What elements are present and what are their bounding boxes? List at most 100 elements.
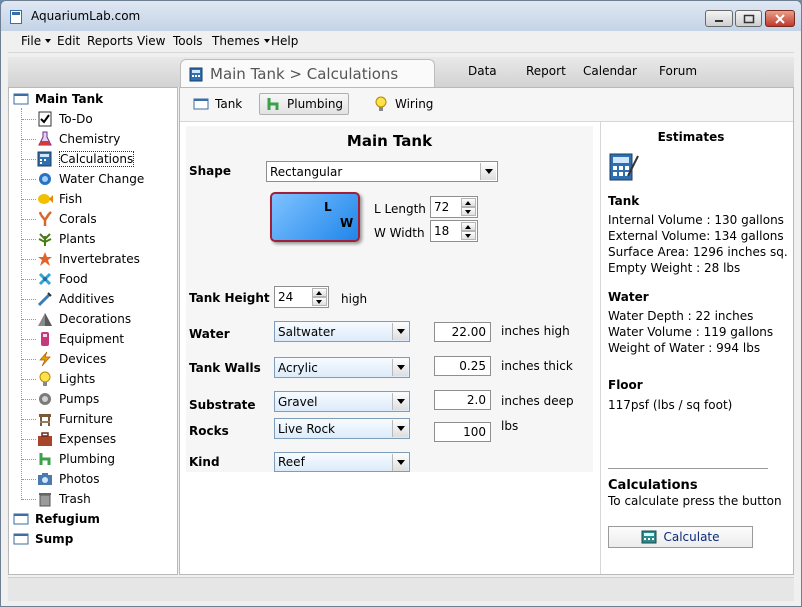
navigation-tree: Main Tank To-Do Chemistry Calculations W…	[8, 87, 178, 575]
light-bulb-icon	[375, 96, 387, 111]
shape-select[interactable]: Rectangular	[266, 161, 498, 182]
substrate-depth-field[interactable]: 2.0	[434, 390, 491, 410]
fish-icon	[38, 194, 53, 204]
stepper-up-icon[interactable]	[312, 288, 327, 297]
length-stepper[interactable]: 72	[430, 196, 478, 218]
menu-view[interactable]: View	[137, 34, 165, 48]
stepper-up-icon[interactable]	[461, 222, 476, 231]
tree-root-sump[interactable]: Sump	[13, 530, 73, 548]
close-button[interactable]	[765, 10, 795, 27]
title-bar: AquariumLab.com	[1, 1, 801, 31]
tank-estimates-title: Tank	[608, 194, 640, 208]
maximize-button[interactable]	[735, 10, 762, 27]
tree-item-trash[interactable]: Trash	[37, 490, 91, 508]
nav-link-calendar[interactable]: Calendar	[583, 64, 637, 78]
tree-item-furniture[interactable]: Furniture	[37, 410, 113, 428]
water-change-icon	[39, 173, 51, 185]
calculate-button[interactable]: Calculate	[608, 526, 753, 548]
nav-link-forum[interactable]: Forum	[659, 64, 697, 78]
tab-main-tank-calculations[interactable]: Main Tank > Calculations	[180, 59, 435, 87]
tree-item-fish[interactable]: Fish	[37, 190, 82, 208]
food-icon	[38, 272, 52, 286]
tank-height-unit: high	[341, 292, 368, 306]
tree-item-photos[interactable]: Photos	[37, 470, 99, 488]
subtab-wiring[interactable]: Wiring	[368, 93, 438, 115]
chevron-down-icon[interactable]	[392, 454, 408, 471]
tree-label: Main Tank	[35, 92, 104, 106]
wall-thickness-field[interactable]: 0.25	[434, 356, 491, 376]
water-select[interactable]: Saltwater	[274, 321, 410, 342]
coral-icon	[38, 211, 52, 226]
kind-select[interactable]: Reef	[274, 452, 410, 472]
tree-item-chemistry[interactable]: Chemistry	[37, 130, 120, 148]
tank-icon	[13, 513, 29, 525]
tank-icon	[13, 93, 29, 105]
width-stepper[interactable]: 18	[430, 220, 478, 242]
decoration-icon	[38, 313, 52, 326]
tree-root-main-tank[interactable]: Main Tank	[13, 90, 103, 108]
tank-walls-select[interactable]: Acrylic	[274, 357, 410, 378]
nav-link-data[interactable]: Data	[468, 64, 497, 78]
tree-item-calculations[interactable]: Calculations	[37, 150, 135, 168]
tank-height-stepper[interactable]: 24	[274, 286, 329, 308]
stepper-down-icon[interactable]	[461, 231, 476, 240]
tank-icon	[13, 533, 29, 545]
tree-item-pumps[interactable]: Pumps	[37, 390, 99, 408]
water-depth-field[interactable]: 22.00	[434, 322, 491, 342]
menu-themes[interactable]: Themes	[212, 34, 270, 48]
active-tab-label: Main Tank > Calculations	[210, 65, 399, 83]
tree-item-plumbing[interactable]: Plumbing	[37, 450, 115, 468]
menu-file[interactable]: File	[21, 34, 51, 48]
tree-item-plants[interactable]: Plants	[37, 230, 96, 248]
tree-item-devices[interactable]: Devices	[37, 350, 106, 368]
camera-icon	[38, 473, 52, 485]
tree-item-food[interactable]: Food	[37, 270, 88, 288]
tree-item-water-change[interactable]: Water Change	[37, 170, 144, 188]
nav-link-report[interactable]: Report	[526, 64, 566, 78]
substrate-select[interactable]: Gravel	[274, 391, 410, 412]
rocks-select[interactable]: Live Rock	[274, 418, 410, 439]
checklist-icon	[38, 111, 52, 127]
water-estimates-title: Water	[608, 290, 649, 304]
tree-selected-label: Calculations	[59, 151, 135, 167]
tree-item-additives[interactable]: Additives	[37, 290, 114, 308]
shape-label: Shape	[189, 164, 232, 178]
menu-reports[interactable]: Reports	[87, 34, 133, 48]
rocks-unit: lbs	[501, 419, 519, 433]
subtab-plumbing[interactable]: Plumbing	[259, 93, 350, 115]
rocks-weight-field[interactable]: 100	[434, 422, 491, 442]
calculations-hint: To calculate press the button	[608, 494, 782, 508]
minimize-button[interactable]	[705, 10, 733, 27]
tree-item-expenses[interactable]: Expenses	[37, 430, 116, 448]
length-label: L Length	[374, 202, 426, 216]
chevron-down-icon[interactable]	[392, 359, 408, 376]
minimize-icon	[715, 19, 723, 22]
tree-item-corals[interactable]: Corals	[37, 210, 97, 228]
tree-item-decorations[interactable]: Decorations	[37, 310, 131, 328]
menu-tools[interactable]: Tools	[173, 34, 203, 48]
tree-item-to-do[interactable]: To-Do	[37, 110, 93, 128]
tree-item-invertebrates[interactable]: Invertebrates	[37, 250, 140, 268]
subtab-tank[interactable]: Tank	[188, 93, 247, 115]
chevron-down-icon[interactable]	[392, 323, 408, 340]
kind-label: Kind	[189, 455, 220, 469]
main-content: Tank Plumbing Wiring Main Tank Shape Rec…	[179, 87, 794, 575]
tank-form: Main Tank Shape Rectangular L W L Length…	[186, 126, 593, 472]
water-label: Water	[189, 327, 230, 341]
tree-item-lights[interactable]: Lights	[37, 370, 95, 388]
menu-edit[interactable]: Edit	[57, 34, 80, 48]
app-window: AquariumLab.com File Edit Reports View T…	[0, 0, 802, 607]
chevron-down-icon[interactable]	[392, 420, 408, 437]
furniture-icon	[39, 414, 51, 426]
menu-help[interactable]: Help	[271, 34, 298, 48]
chevron-down-icon[interactable]	[480, 163, 496, 180]
stepper-up-icon[interactable]	[461, 198, 476, 207]
stepper-down-icon[interactable]	[312, 297, 327, 306]
tree-root-refugium[interactable]: Refugium	[13, 510, 100, 528]
tree-item-equipment[interactable]: Equipment	[37, 330, 124, 348]
document-icon	[10, 10, 22, 24]
water-unit: inches high	[501, 324, 570, 338]
chevron-down-icon[interactable]	[392, 393, 408, 410]
stepper-down-icon[interactable]	[461, 207, 476, 216]
flask-icon	[38, 131, 52, 146]
